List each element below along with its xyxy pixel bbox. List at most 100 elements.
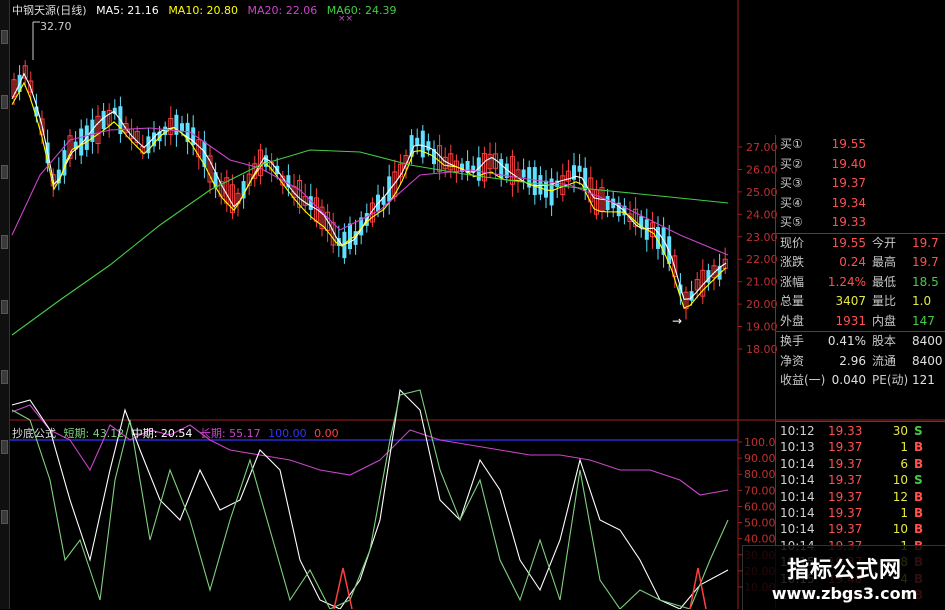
candle-body [532,167,537,196]
quote-value-2: 19.7 [912,235,939,250]
bid-row[interactable]: 买⑤ 19.33 [776,213,945,233]
bid-row[interactable]: 买② 19.40 [776,155,945,175]
toolbar-button[interactable] [1,370,8,384]
toolbar-button[interactable] [1,30,8,44]
quote-label-2: 内盘 [872,313,897,328]
toolbar-button[interactable] [1,165,8,179]
candle-body [577,165,582,172]
toolbar-button[interactable] [1,510,8,524]
quote-label: 涨幅 [780,274,805,289]
bid-price: 19.55 [831,137,866,151]
trade-row[interactable]: 10:14 19.37 12 B [776,489,945,505]
price-axis-label: 24.00 [746,208,778,221]
bid-label: 买② [780,156,803,171]
trade-time: 10:14 [780,522,815,537]
candle-body [180,123,184,132]
trade-volume: 6 [900,456,908,471]
fundamental-row: 收益(一) 0.040 PE(动) 121 [776,371,945,391]
trade-side: B [914,489,924,504]
indicator-axis-label: 90.00 [744,452,776,465]
trade-volume: 10 [892,522,908,537]
bid-row[interactable]: 买③ 19.37 [776,174,945,194]
indicator-name[interactable]: 抄底公式 [12,427,56,440]
quote-panel: 买① 19.55 买② 19.40 买③ 19.37 买④ 19.34 买⑤ 1… [776,135,945,391]
trade-row[interactable]: 10:12 19.33 30 S [776,423,945,439]
fundamental-row: 净资 2.96 流通 8400 [776,352,945,372]
quote-value: 19.55 [831,235,866,250]
trade-volume: 30 [892,424,908,438]
fundamental-row: 换手 0.41% 股本 8400 [776,332,945,352]
mid-term-line [11,388,729,609]
trade-time: 10:13 [780,440,815,455]
candle-body [101,110,106,130]
quote-row: 现价 19.55 今开 19.7 [776,234,945,254]
bid-row[interactable]: 买① 19.55 [776,135,945,155]
trade-volume: 1 [900,440,908,455]
ma60-line [11,149,729,336]
left-toolbar [0,0,10,609]
trade-side: B [914,505,924,520]
toolbar-button[interactable] [1,95,8,109]
fundamental-label-2: PE(动) [872,373,909,387]
trade-time: 10:14 [780,489,815,504]
quote-label-2: 最高 [872,255,897,269]
quote-label: 外盘 [780,313,805,328]
long-term-line [11,404,729,496]
candle-body [538,175,543,195]
trade-price: 19.37 [828,505,863,520]
quote-label: 涨跌 [780,255,805,269]
trade-time: 10:14 [780,505,815,520]
bid-row[interactable]: 买④ 19.34 [776,194,945,214]
quote-label-2: 最低 [872,274,897,289]
bid-price: 19.40 [831,156,866,171]
bid-label: 买⑤ [780,215,803,229]
trade-side: B [914,522,924,537]
quote-value: 0.24 [839,255,866,269]
candlestick-series [11,60,728,320]
fundamental-value-2: 8400 [912,334,943,348]
toolbar-button[interactable] [1,440,8,454]
quote-value-2: 18.5 [912,274,939,289]
quote-value: 1.24% [827,274,866,289]
stock-title[interactable]: 中钢天源(日线) [12,4,87,17]
quote-value-2: 1.0 [912,294,932,308]
price-axis-label: 18.00 [746,343,778,356]
trade-row[interactable]: 10:14 19.37 10 S [776,472,945,488]
trade-row[interactable]: 10:14 19.37 10 B [776,521,945,537]
quote-row: 涨幅 1.24% 最低 18.5 [776,273,945,293]
trade-row[interactable]: 10:13 19.37 1 B [776,439,945,455]
toolbar-button[interactable] [1,300,8,314]
indicator-lines [11,388,729,609]
ma20-label: MA20: 22.06 [247,4,318,17]
indicator-long: 长期: 55.17 [199,427,261,440]
indicator-axis-label: 60.00 [744,500,776,513]
trade-row[interactable]: 10:14 19.37 1 B [776,505,945,521]
bid-price: 19.34 [831,195,866,210]
price-axis-label: 25.00 [746,186,778,199]
indicator-short: 短期: 43.12 [63,427,125,440]
candle-body [348,223,352,250]
fundamental-value: 0.41% [827,334,866,348]
quote-row: 总量 3407 量比 1.0 [776,292,945,312]
bid-label: 买① [780,137,803,151]
price-axis-label: 22.00 [746,253,778,266]
watermark-title: 指标公式网 [786,558,902,583]
toolbar-button[interactable] [1,235,8,249]
trade-time: 10:14 [780,473,815,488]
quote-value-2: 19.7 [912,255,939,269]
indicator-zero: 0.00 [314,427,339,440]
candle-body [605,195,610,211]
quote-label: 总量 [780,294,805,308]
indicator-axis-label: 40.00 [744,533,776,546]
fundamental-value-2: 8400 [912,353,943,368]
trade-side: S [914,424,923,438]
trade-row[interactable]: 10:14 19.37 6 B [776,456,945,472]
fundamental-value: 0.040 [831,373,866,387]
trade-volume: 1 [900,505,908,520]
trade-price: 19.33 [828,424,863,438]
high-annotation: 32.70 [40,20,72,33]
quote-label: 现价 [780,235,805,250]
fundamental-label: 净资 [780,353,805,368]
indicator-axis-label: 100.0 [744,436,776,449]
candle-body [521,169,526,178]
